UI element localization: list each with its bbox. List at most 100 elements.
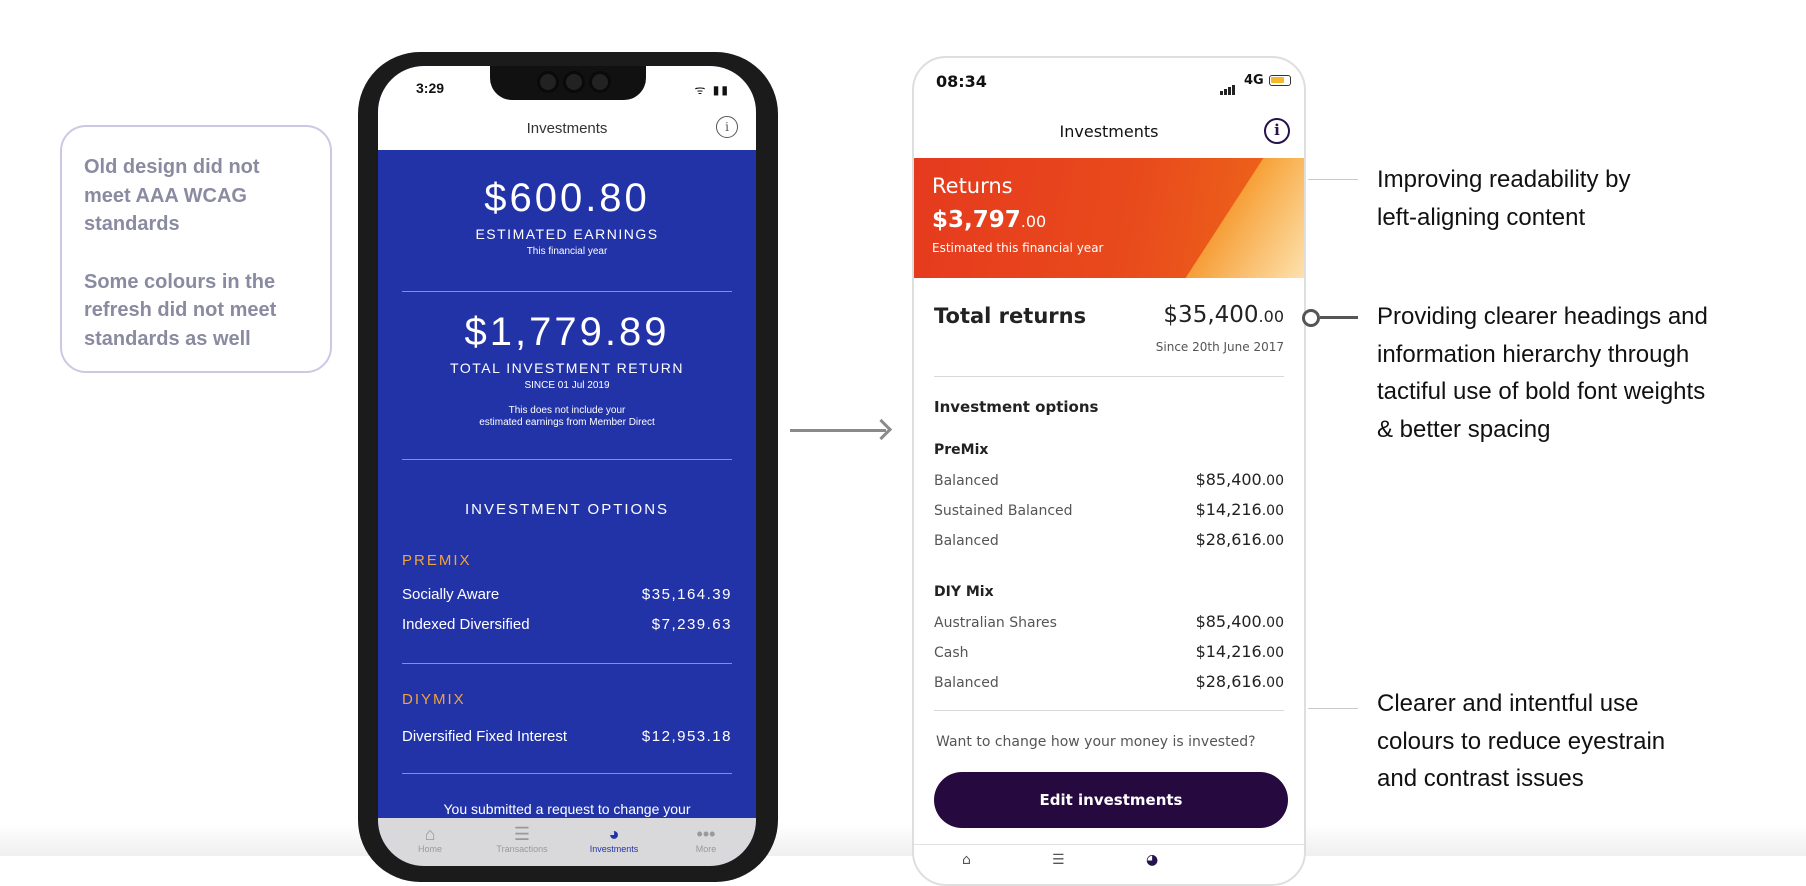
returns-amount: $3,797.00	[932, 207, 1047, 233]
fund-name: Socially Aware	[402, 586, 500, 603]
accessibility-note-card: Old design did not meet AAA WCAG standar…	[60, 125, 332, 373]
old-earnings-sub: This financial year	[526, 246, 608, 257]
callout-connector	[1320, 316, 1358, 319]
fund-name: Balanced	[934, 675, 999, 691]
fund-name: Sustained Balanced	[934, 503, 1073, 519]
list-item[interactable]: Indexed Diversified $7,239.63	[402, 616, 732, 633]
new-status-time: 08:34	[936, 72, 987, 91]
banner-highlight	[1172, 158, 1304, 278]
divider	[934, 710, 1284, 711]
old-total-amount: $1,779.89	[464, 310, 670, 354]
diymix-title: DIY Mix	[934, 584, 994, 600]
investment-options-title: Investment options	[934, 398, 1099, 416]
total-returns-label: Total returns	[934, 304, 1087, 328]
info-icon[interactable]: i	[716, 116, 738, 138]
edit-investments-button[interactable]: Edit investments	[934, 772, 1288, 828]
signal-icon	[1220, 76, 1236, 95]
fund-value: $12,953.18	[641, 728, 732, 745]
fund-name: Balanced	[934, 533, 999, 549]
divider	[402, 773, 732, 774]
old-earnings-amount: $600.80	[484, 176, 650, 220]
list-item[interactable]: Balanced $28,616.00	[934, 672, 1284, 691]
old-options-title: INVESTMENT OPTIONS	[464, 501, 670, 518]
divider	[934, 376, 1284, 377]
list-item[interactable]: Balanced $28,616.00	[934, 530, 1284, 549]
old-tab-bar: ⌂ Home ☰ Transactions ◕ Investments ••• More	[378, 818, 756, 866]
list-item[interactable]: Sustained Balanced $14,216.00	[934, 500, 1284, 519]
bottom-band	[0, 824, 1806, 856]
divider	[402, 291, 732, 292]
new-tab-bar-border	[914, 844, 1304, 845]
tab-investments[interactable]: ◕ Investments	[574, 824, 654, 854]
tab-more[interactable]: ••• More	[666, 824, 746, 854]
returns-banner: Returns $3,797.00 Estimated this financi…	[914, 158, 1304, 278]
callout-hierarchy: Providing clearer headings and informatio…	[1377, 303, 1708, 443]
new-app-screen: 08:34 4G Investments i Returns $3,797.00…	[912, 56, 1306, 886]
fund-name: Diversified Fixed Interest	[402, 728, 568, 745]
old-app-screen: 3:29 ᯤ ▮▮ Investments i $600.80 ESTIMATE…	[378, 66, 756, 866]
old-total-since: SINCE 01 Jul 2019	[524, 380, 610, 391]
sensor-icon	[592, 74, 608, 90]
old-total-note: This does not include your	[508, 405, 626, 416]
fund-value: $35,164.39	[641, 586, 732, 603]
pie-chart-icon[interactable]: ◕	[1146, 852, 1158, 868]
premix-title: PreMix	[934, 442, 989, 458]
pie-chart-icon: ◕	[608, 824, 620, 844]
old-footer-text: You submitted a request to change your	[443, 801, 691, 817]
list-icon[interactable]: ☰	[1052, 852, 1065, 868]
divider	[402, 663, 732, 664]
old-diymix-title: DIYMIX	[402, 691, 466, 708]
callout-colours: Clearer and intentful use colours to redu…	[1377, 690, 1666, 792]
new-page-title: Investments	[1059, 122, 1159, 141]
tab-home[interactable]: ⌂ Home	[390, 824, 470, 854]
camera-icon	[540, 74, 556, 90]
fund-value: $28,616.00	[1195, 530, 1284, 549]
home-icon[interactable]: ⌂	[962, 852, 971, 868]
phone-notch	[490, 66, 646, 100]
list-item[interactable]: Socially Aware $35,164.39	[402, 586, 732, 603]
callout-connector	[1308, 708, 1358, 709]
callout-connector	[1308, 179, 1358, 180]
total-returns-amount: $35,400.00	[1163, 302, 1284, 328]
fund-value: $14,216.00	[1195, 642, 1284, 661]
sensor-icon	[566, 74, 582, 90]
fund-name: Cash	[934, 645, 969, 661]
home-icon: ⌂	[424, 824, 436, 844]
list-icon: ☰	[513, 824, 531, 844]
old-total-label: TOTAL INVESTMENT RETURN	[450, 360, 684, 376]
old-premix-title: PREMIX	[402, 552, 472, 569]
fund-value: $85,400.00	[1195, 470, 1284, 489]
divider	[402, 459, 732, 460]
fund-value: $14,216.00	[1195, 500, 1284, 519]
fund-value: $85,400.00	[1195, 612, 1284, 631]
list-item[interactable]: Diversified Fixed Interest $12,953.18	[402, 728, 732, 745]
arrow-head-icon	[870, 418, 893, 441]
info-icon[interactable]: i	[1264, 118, 1290, 144]
fund-name: Balanced	[934, 473, 999, 489]
callout-readability: Improving readability by left-aligning co…	[1377, 166, 1631, 231]
returns-note: Estimated this financial year	[932, 241, 1104, 255]
wifi-battery-icon: ᯤ ▮▮	[694, 83, 730, 97]
fund-value: $28,616.00	[1195, 672, 1284, 691]
fund-name: Indexed Diversified	[402, 616, 530, 633]
old-earnings-label: ESTIMATED EARNINGS	[475, 226, 659, 242]
change-investment-question: Want to change how your money is investe…	[936, 734, 1256, 750]
battery-icon	[1269, 75, 1291, 86]
old-total-note: estimated earnings from Member Direct	[479, 417, 655, 428]
fund-value: $7,239.63	[651, 616, 732, 633]
network-label: 4G	[1244, 73, 1264, 88]
old-header: 3:29 ᯤ ▮▮ Investments i	[378, 66, 756, 150]
total-returns-since: Since 20th June 2017	[1155, 340, 1284, 354]
note-wcag: Old design did not meet AAA WCAG standar…	[84, 156, 260, 235]
more-icon: •••	[696, 824, 716, 844]
note-colours: Some colours in the refresh did not meet…	[84, 270, 277, 350]
list-item[interactable]: Australian Shares $85,400.00	[934, 612, 1284, 631]
callout-dot-icon	[1302, 309, 1320, 327]
tab-transactions[interactable]: ☰ Transactions	[482, 824, 562, 854]
fund-name: Australian Shares	[934, 615, 1057, 631]
list-item[interactable]: Cash $14,216.00	[934, 642, 1284, 661]
old-status-time: 3:29	[416, 80, 445, 96]
returns-label: Returns	[932, 174, 1013, 198]
old-page-title: Investments	[526, 120, 608, 137]
list-item[interactable]: Balanced $85,400.00	[934, 470, 1284, 489]
